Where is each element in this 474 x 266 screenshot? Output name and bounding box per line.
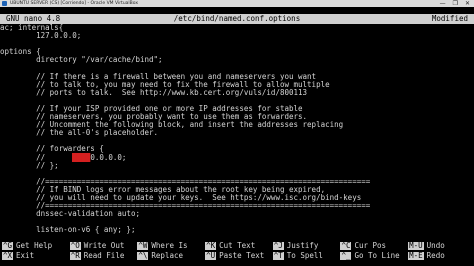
shortcut-key: ^T xyxy=(272,251,284,260)
shortcut-cur-pos[interactable]: ^C Cur Pos xyxy=(338,241,406,251)
editor-line: // ████0.0.0.0; xyxy=(0,152,127,162)
shortcut-label: Go To Line xyxy=(354,251,400,260)
window-controls: — ❐ ✕ xyxy=(440,0,474,7)
shortcut-label: Redo xyxy=(426,251,445,260)
modified-status: Modified xyxy=(431,14,468,23)
shortcut-key: ^X xyxy=(2,251,14,260)
shortcut-label: Justify xyxy=(286,241,319,250)
shortcut-key: ^_ xyxy=(340,251,352,260)
editor-line: directory "/var/cache/bind"; xyxy=(0,55,163,65)
shortcut-paste-text[interactable]: ^U Paste Text xyxy=(203,251,271,261)
shortcut-label: Write Out xyxy=(83,241,125,250)
shortcut-key: ^R xyxy=(69,251,81,260)
shortcut-key: M-U xyxy=(408,241,424,250)
close-icon[interactable]: ✕ xyxy=(465,0,470,7)
shortcut-key: ^W xyxy=(137,241,149,250)
shortcut-justify[interactable]: ^J Justify xyxy=(271,241,339,251)
editor-line: listen-on-v6 { any; }; xyxy=(0,225,136,234)
shortcut-exit[interactable]: ^X Exit xyxy=(0,251,68,261)
shortcut-get-help[interactable]: ^G Get Help xyxy=(0,241,68,251)
shortcut-key: ^G xyxy=(2,241,14,250)
shortcut-label: Get Help xyxy=(16,241,53,250)
shortcut-bar: ^G Get Help ^O Write Out ^W Where Is ^K Cut Tex… xyxy=(0,241,474,261)
shortcut-key: M-E xyxy=(408,251,424,260)
nano-header-bar: GNU nano 4.8 /etc/bind/named.conf.option… xyxy=(0,14,474,24)
shortcut-key: ^C xyxy=(340,241,352,250)
shortcut-label: To Spell xyxy=(286,251,323,260)
shortcut-key: ^O xyxy=(69,241,81,250)
virtualbox-icon xyxy=(2,1,7,6)
shortcut-label: Exit xyxy=(16,251,35,260)
minimize-icon[interactable]: — xyxy=(440,0,446,7)
shortcut-label: Replace xyxy=(151,251,184,260)
shortcut-key: ^J xyxy=(272,241,284,250)
shortcut-go-to-line[interactable]: ^_ Go To Line xyxy=(338,251,406,261)
editor-line: // the all-0's placeholder. xyxy=(0,128,159,138)
shortcut-key: ^K xyxy=(205,241,217,250)
editor-line: // }; xyxy=(0,160,59,170)
shortcut-label: Paste Text xyxy=(219,251,265,260)
shortcut-label: Cut Text xyxy=(219,241,256,250)
shortcut-label: Undo xyxy=(426,241,445,250)
editor-line: // ports to talk. See http://www.kb.cert… xyxy=(0,87,308,97)
shortcut-key: ^\ xyxy=(137,251,149,260)
shortcut-key: ^U xyxy=(205,251,217,260)
shortcut-where-is[interactable]: ^W Where Is xyxy=(135,241,203,251)
shortcut-redo[interactable]: M-E Redo xyxy=(406,251,474,261)
shortcut-undo[interactable]: M-U Undo xyxy=(406,241,474,251)
file-path: /etc/bind/named.conf.options xyxy=(173,14,301,23)
window-title: UBUNTU SERVER (CS) [Corriendo] - Oracle … xyxy=(10,1,139,6)
shortcut-label: Read File xyxy=(83,251,125,260)
redaction-block: ████ xyxy=(72,152,91,162)
editor-line: dnssec-validation auto; xyxy=(0,209,140,219)
window-titlebar: UBUNTU SERVER (CS) [Corriendo] - Oracle … xyxy=(0,0,474,7)
shortcut-to-spell[interactable]: ^T To Spell xyxy=(271,251,339,261)
shortcut-cut-text[interactable]: ^K Cut Text xyxy=(203,241,271,251)
shortcut-read-file[interactable]: ^R Read File xyxy=(68,251,136,261)
editor-line: 127.0.0.0; xyxy=(0,31,82,41)
shortcut-replace[interactable]: ^\ Replace xyxy=(135,251,203,261)
shortcut-label: Cur Pos xyxy=(354,241,387,250)
text-editor-area[interactable]: ac; internals{ 127.0.0.0; options { direc… xyxy=(0,24,474,234)
shortcut-write-out[interactable]: ^O Write Out xyxy=(68,241,136,251)
shortcut-label: Where Is xyxy=(151,241,188,250)
maximize-icon[interactable]: ❐ xyxy=(453,0,458,7)
